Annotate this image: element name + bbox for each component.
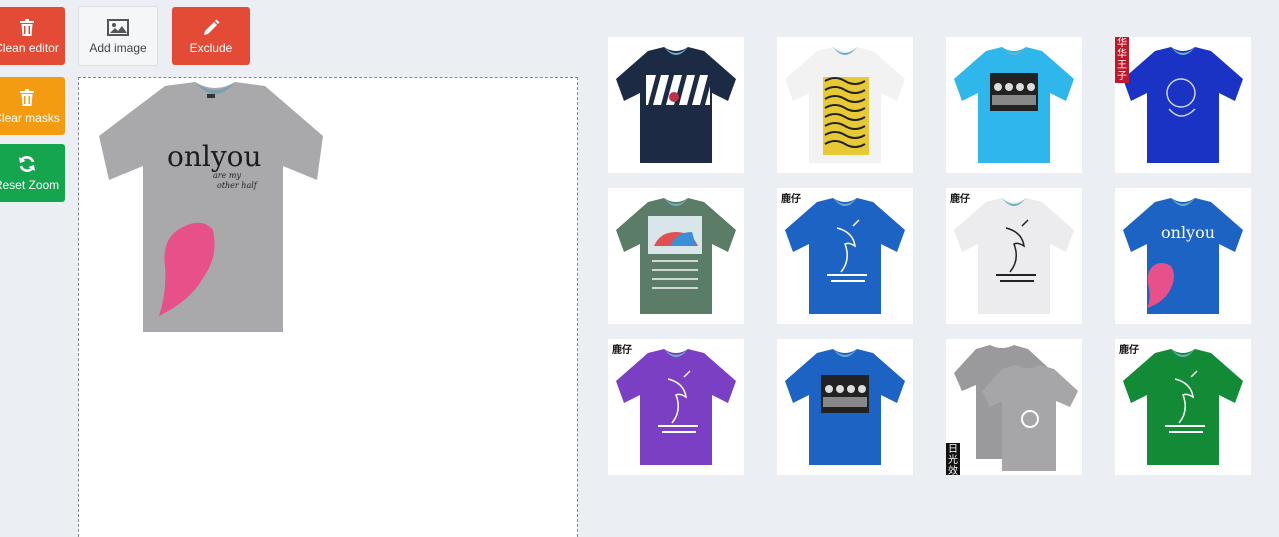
tshirt-image [954,345,1078,471]
image-icon [107,17,129,37]
trash-icon [19,17,34,37]
gallery-item[interactable]: onlyou [1115,188,1251,324]
refresh-icon [18,154,36,174]
gallery-item[interactable]: 鹿仔 [946,188,1082,324]
tshirt-image [954,198,1074,314]
gallery-item[interactable]: 华华王子 [1115,37,1251,173]
brand-watermark: 鹿仔 [1119,345,1139,356]
gallery-item[interactable] [608,37,744,173]
tshirt-image [616,198,736,314]
tshirt-image [616,349,736,465]
clean-editor-label: Clean editor [0,41,59,55]
tshirt-image [1123,349,1243,465]
gallery-item[interactable] [946,37,1082,173]
brand-watermark: 华华王子 [1115,37,1129,83]
editor-tshirt-image[interactable]: onlyou are my other half [95,80,335,340]
reset-zoom-button[interactable]: Reset Zoom [0,144,65,202]
brand-watermark: 鹿仔 [950,194,970,205]
tshirt-image [785,47,905,163]
add-image-label: Add image [89,41,147,55]
gallery-item[interactable] [777,339,913,475]
gallery-print-text: onlyou [1161,223,1215,242]
tshirt-image [616,47,736,163]
reset-zoom-label: Reset Zoom [0,178,60,192]
editor-print-sub2: other half [217,181,259,190]
gallery-item[interactable]: 鹿仔 [1115,339,1251,475]
clear-masks-label: Clear masks [0,111,60,125]
tshirt-image: onlyou [1123,198,1243,314]
gallery-item[interactable]: 鹿仔 [777,188,913,324]
tshirt-image [1123,47,1243,163]
editor-print-sub1: are my [213,171,241,180]
tshirt-image [785,349,905,465]
editor-print-text: onlyou [167,140,262,173]
tshirt-image [954,47,1074,163]
gallery-item[interactable] [777,37,913,173]
gallery-item[interactable] [608,188,744,324]
clean-editor-button[interactable]: Clean editor [0,7,65,65]
gallery-item[interactable]: 鹿仔 [608,339,744,475]
exclude-button[interactable]: Exclude [172,7,250,65]
brand-watermark: 鹿仔 [781,194,801,205]
editor-canvas[interactable]: onlyou are my other half [78,77,578,537]
add-image-button[interactable]: Add image [78,6,158,66]
brand-watermark: 日光效果 [946,443,960,475]
brand-watermark: 鹿仔 [612,345,632,356]
exclude-label: Exclude [189,41,233,55]
pencil-icon [203,17,220,37]
gallery-item[interactable]: 日光效果 [946,339,1082,475]
clear-masks-button[interactable]: Clear masks [0,77,65,135]
trash-icon [19,87,34,107]
tshirt-image [785,198,905,314]
